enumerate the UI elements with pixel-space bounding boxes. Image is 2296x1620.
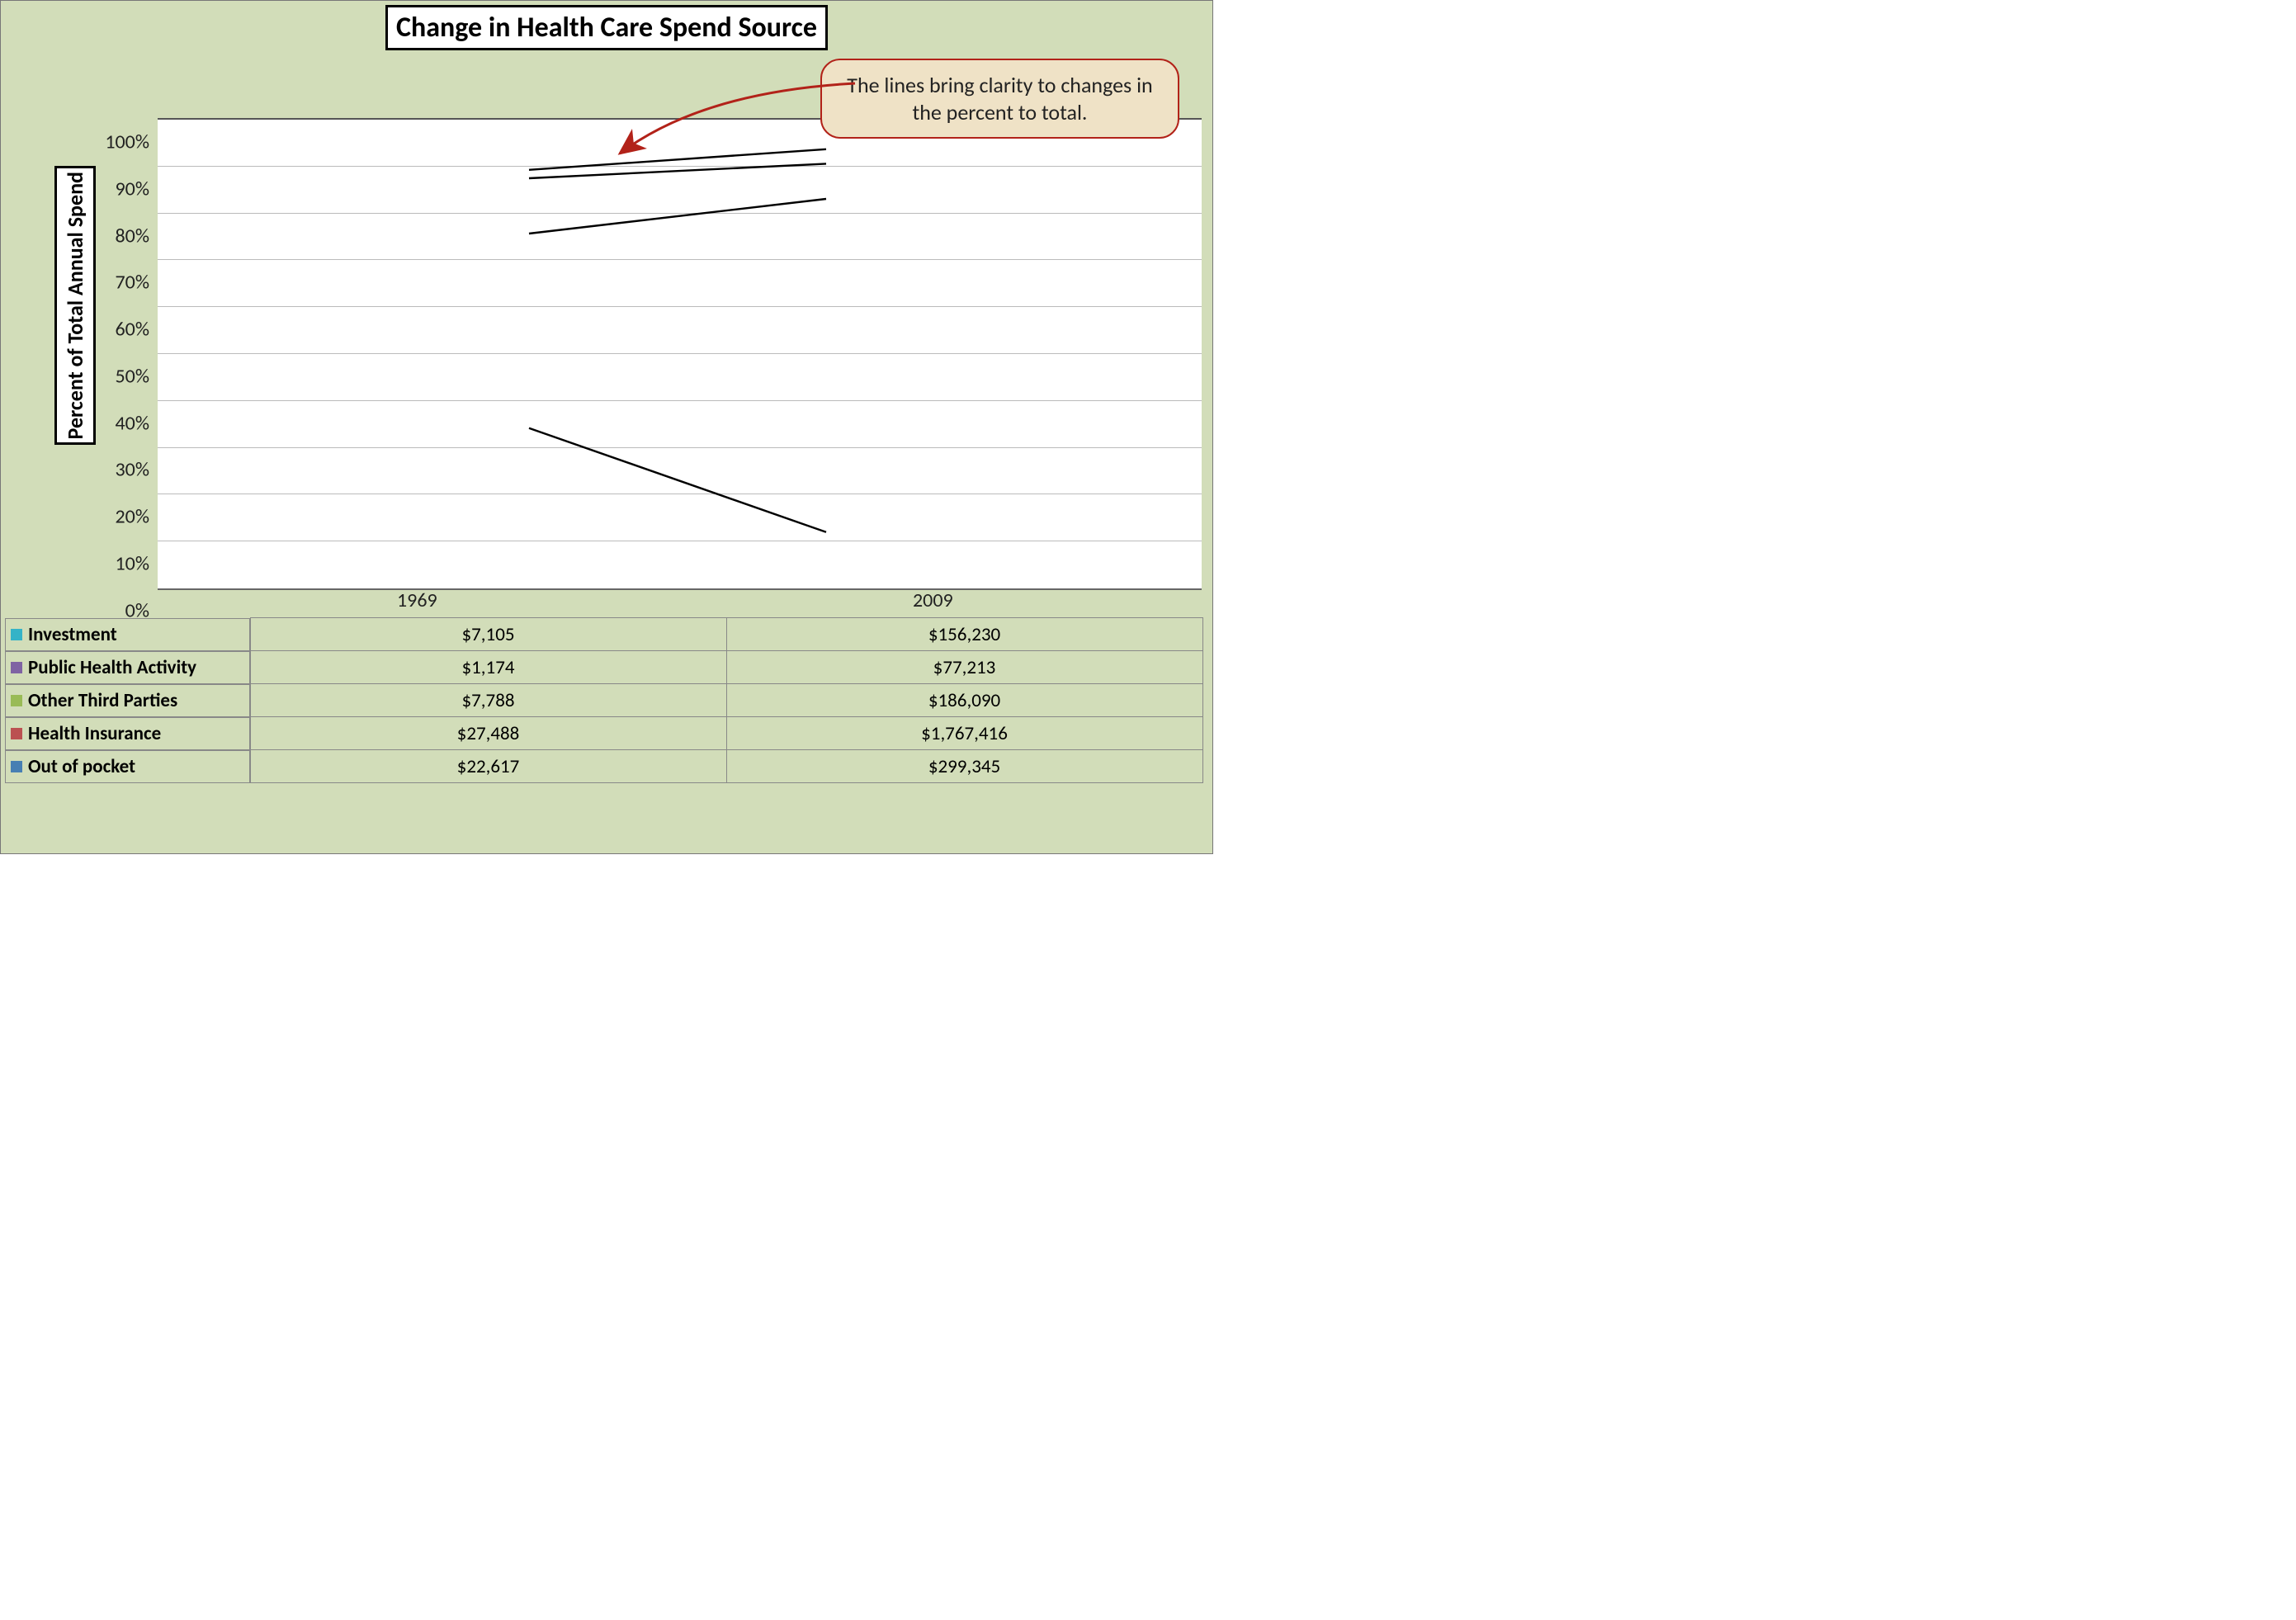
plot-area [158, 118, 1202, 590]
cell-third-parties-1969: $7,788 [250, 684, 726, 717]
swatch-icon [11, 761, 22, 772]
y-tick-10: 10% [116, 552, 149, 576]
legend-public-health: Public Health Activity [5, 651, 250, 684]
swatch-icon [11, 728, 22, 739]
swatch-icon [11, 695, 22, 706]
table-row: Investment $7,105 $156,230 [5, 618, 1202, 651]
y-tick-100: 100% [105, 130, 149, 154]
legend-out-of-pocket: Out of pocket [5, 750, 250, 783]
y-tick-70: 70% [116, 271, 149, 295]
chart-title-text: Change in Health Care Spend Source [396, 11, 817, 45]
y-tick-30: 30% [116, 458, 149, 482]
cell-health-insurance-2009: $1,767,416 [726, 717, 1202, 750]
chart-title: Change in Health Care Spend Source [385, 5, 828, 50]
y-axis-label-box: Percent of Total Annual Spend [54, 166, 96, 445]
x-category-1969: 1969 [397, 588, 437, 612]
y-tick-90: 90% [116, 177, 149, 201]
cell-investment-2009: $156,230 [726, 618, 1202, 651]
y-tick-50: 50% [116, 365, 149, 389]
x-category-2009: 2009 [913, 588, 953, 612]
cell-public-health-2009: $77,213 [726, 651, 1202, 684]
callout-annotation: The lines bring clarity to changes in th… [820, 59, 1179, 139]
table-row: Out of pocket $22,617 $299,345 [5, 750, 1202, 783]
cell-health-insurance-1969: $27,488 [250, 717, 726, 750]
y-axis-label: Percent of Total Annual Spend [62, 172, 88, 439]
data-table: Investment $7,105 $156,230 Public Health… [5, 617, 1203, 783]
cell-public-health-1969: $1,174 [250, 651, 726, 684]
connector-lines [158, 120, 1202, 588]
cell-third-parties-2009: $186,090 [726, 684, 1202, 717]
legend-investment: Investment [5, 618, 250, 651]
table-row: Other Third Parties $7,788 $186,090 [5, 684, 1202, 717]
table-row: Health Insurance $27,488 $1,767,416 [5, 717, 1202, 750]
y-tick-80: 80% [116, 224, 149, 248]
cell-out-of-pocket-2009: $299,345 [726, 750, 1202, 783]
cell-out-of-pocket-1969: $22,617 [250, 750, 726, 783]
legend-third-parties: Other Third Parties [5, 684, 250, 717]
callout-text: The lines bring clarity to changes in th… [847, 72, 1152, 125]
y-tick-60: 60% [116, 318, 149, 342]
swatch-icon [11, 629, 22, 640]
table-row: Public Health Activity $1,174 $77,213 [5, 651, 1202, 684]
y-tick-20: 20% [116, 505, 149, 529]
chart-frame: Change in Health Care Spend Source Perce… [0, 0, 1213, 854]
cell-investment-1969: $7,105 [250, 618, 726, 651]
legend-health-insurance: Health Insurance [5, 717, 250, 750]
y-tick-40: 40% [116, 412, 149, 436]
swatch-icon [11, 662, 22, 673]
